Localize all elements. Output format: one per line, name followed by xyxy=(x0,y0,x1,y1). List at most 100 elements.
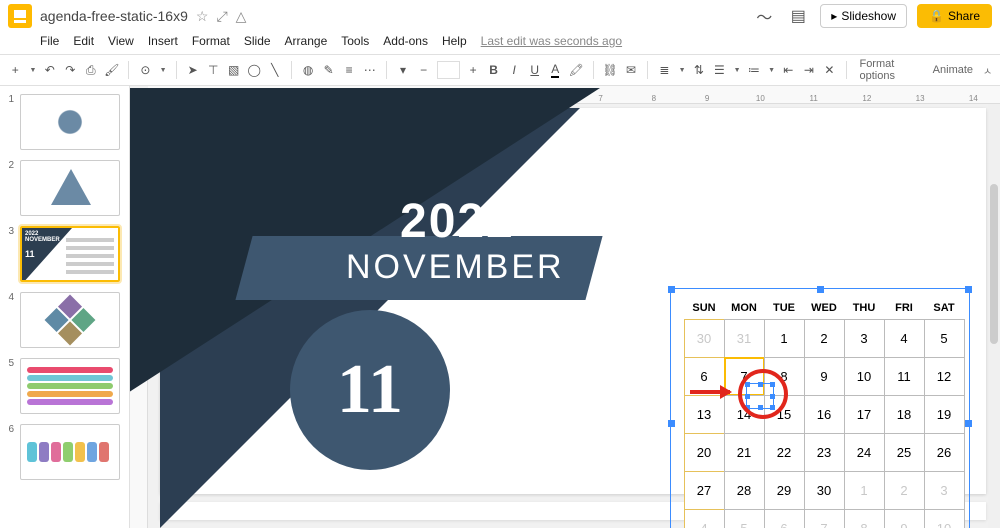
thumbnail-2[interactable] xyxy=(20,160,120,216)
border-weight-icon[interactable]: ≡ xyxy=(342,61,357,79)
share-button[interactable]: 🔒 Share xyxy=(917,4,992,28)
calendar-cell[interactable]: 29 xyxy=(764,471,805,510)
calendar-cell[interactable]: 7 xyxy=(724,357,765,396)
menu-tools[interactable]: Tools xyxy=(341,34,369,48)
slide-canvas[interactable]: 2022 NOVEMBER 11 SUNMONTUEWEDTHUFRISAT 3… xyxy=(160,108,986,494)
calendar-cell[interactable]: 2 xyxy=(804,319,845,358)
app-logo-icon[interactable] xyxy=(8,4,32,28)
redo-icon[interactable]: ↷ xyxy=(63,61,78,79)
indent-dec-icon[interactable]: ⇤ xyxy=(781,61,796,79)
calendar-grid[interactable]: 3031123456789101112131415161718192021222… xyxy=(684,319,964,528)
calendar-cell[interactable]: 1 xyxy=(844,471,885,510)
move-icon[interactable]: ⤢ xyxy=(216,8,227,25)
calendar-cell[interactable]: 12 xyxy=(924,357,965,396)
list-icon[interactable]: ☰ xyxy=(712,61,727,79)
thumbnail-3[interactable]: 2022NOVEMBER11 xyxy=(20,226,120,282)
calendar-cell[interactable]: 4 xyxy=(684,509,725,529)
select-icon[interactable]: ➤ xyxy=(185,61,200,79)
calendar-cell[interactable]: 22 xyxy=(764,433,805,472)
calendar-cell[interactable]: 6 xyxy=(764,509,805,529)
thumbnail-1[interactable] xyxy=(20,94,120,150)
calendar-cell[interactable]: 23 xyxy=(804,433,845,472)
calendar-cell[interactable]: 24 xyxy=(844,433,885,472)
align-icon[interactable]: ≣ xyxy=(657,61,672,79)
calendar-cell[interactable]: 15 xyxy=(764,395,805,434)
calendar-cell[interactable]: 16 xyxy=(804,395,845,434)
menu-help[interactable]: Help xyxy=(442,34,467,48)
vertical-scrollbar[interactable] xyxy=(988,104,1000,528)
calendar-cell[interactable]: 30 xyxy=(684,319,725,358)
trend-icon[interactable]: 〜 xyxy=(752,4,776,28)
font-size-input[interactable] xyxy=(437,61,460,79)
underline-icon[interactable]: U xyxy=(527,61,542,79)
calendar-cell[interactable]: 3 xyxy=(844,319,885,358)
animate-button[interactable]: Animate xyxy=(929,64,977,76)
collapse-toolbar-icon[interactable]: ㅅ xyxy=(983,63,992,78)
thumbnail-6[interactable] xyxy=(20,424,120,480)
font-dec-icon[interactable]: − xyxy=(416,61,431,79)
calendar-cell[interactable]: 18 xyxy=(884,395,925,434)
calendar-cell[interactable]: 5 xyxy=(924,319,965,358)
calendar-cell[interactable]: 2 xyxy=(884,471,925,510)
calendar-cell[interactable]: 3 xyxy=(924,471,965,510)
fill-color-icon[interactable]: ◍ xyxy=(301,61,316,79)
calendar-cell[interactable]: 21 xyxy=(724,433,765,472)
calendar-cell[interactable]: 9 xyxy=(884,509,925,529)
doc-name[interactable]: agenda-free-static-16x9 xyxy=(40,8,188,24)
menu-format[interactable]: Format xyxy=(192,34,230,48)
line-spacing-icon[interactable]: ⇅ xyxy=(692,61,707,79)
shape-icon[interactable]: ◯ xyxy=(247,61,262,79)
calendar-cell[interactable]: 6 xyxy=(684,357,725,396)
menu-insert[interactable]: Insert xyxy=(148,34,178,48)
calendar-cell[interactable]: 1 xyxy=(764,319,805,358)
thumbnail-4[interactable] xyxy=(20,292,120,348)
font-icon[interactable]: ▾ xyxy=(396,61,411,79)
clear-format-icon[interactable]: ✕ xyxy=(822,61,837,79)
calendar-cell[interactable]: 7 xyxy=(804,509,845,529)
circle-shape[interactable]: 11 xyxy=(290,310,450,470)
calendar-cell[interactable]: 8 xyxy=(764,357,805,396)
calendar-cell[interactable]: 4 xyxy=(884,319,925,358)
add-comment-icon[interactable]: ✉ xyxy=(624,61,639,79)
link-icon[interactable]: ⛓ xyxy=(603,61,618,79)
image-icon[interactable]: ▧ xyxy=(226,61,241,79)
calendar-table[interactable]: SUNMONTUEWEDTHUFRISAT 303112345678910111… xyxy=(684,300,964,528)
calendar-cell[interactable]: 5 xyxy=(724,509,765,529)
calendar-cell[interactable]: 10 xyxy=(844,357,885,396)
format-options-button[interactable]: Format options xyxy=(855,58,922,82)
star-icon[interactable]: ☆ xyxy=(196,8,209,25)
text-color-icon[interactable]: A xyxy=(548,61,563,79)
menu-file[interactable]: File xyxy=(40,34,59,48)
textbox-icon[interactable]: ⊤ xyxy=(206,61,221,79)
slideshow-button[interactable]: ▸ Slideshow xyxy=(820,4,907,28)
print-icon[interactable]: ⎙ xyxy=(84,61,99,79)
last-edit[interactable]: Last edit was seconds ago xyxy=(481,34,622,48)
font-inc-icon[interactable]: + xyxy=(466,61,481,79)
border-dash-icon[interactable]: ⋯ xyxy=(362,61,377,79)
thumbnail-5[interactable] xyxy=(20,358,120,414)
calendar-cell[interactable]: 20 xyxy=(684,433,725,472)
month-text[interactable]: NOVEMBER xyxy=(346,248,565,287)
menu-slide[interactable]: Slide xyxy=(244,34,271,48)
menu-arrange[interactable]: Arrange xyxy=(285,34,328,48)
numbered-list-icon[interactable]: ≔ xyxy=(747,61,762,79)
new-slide-icon[interactable]: + xyxy=(8,61,23,79)
calendar-cell[interactable]: 26 xyxy=(924,433,965,472)
calendar-cell[interactable]: 14 xyxy=(724,395,765,434)
zoom-icon[interactable]: ⊙ xyxy=(138,61,153,79)
calendar-cell[interactable]: 8 xyxy=(844,509,885,529)
menu-addons[interactable]: Add-ons xyxy=(383,34,428,48)
line-icon[interactable]: ╲ xyxy=(268,61,283,79)
calendar-cell[interactable]: 13 xyxy=(684,395,725,434)
year-text[interactable]: 2022 xyxy=(400,194,515,249)
calendar-cell[interactable]: 25 xyxy=(884,433,925,472)
italic-icon[interactable]: I xyxy=(507,61,522,79)
calendar-cell[interactable]: 31 xyxy=(724,319,765,358)
calendar-cell[interactable]: 28 xyxy=(724,471,765,510)
calendar-cell[interactable]: 9 xyxy=(804,357,845,396)
menu-edit[interactable]: Edit xyxy=(73,34,94,48)
bold-icon[interactable]: B xyxy=(486,61,501,79)
border-color-icon[interactable]: ✎ xyxy=(321,61,336,79)
paint-format-icon[interactable]: 🖌 xyxy=(104,61,119,79)
calendar-cell[interactable]: 17 xyxy=(844,395,885,434)
